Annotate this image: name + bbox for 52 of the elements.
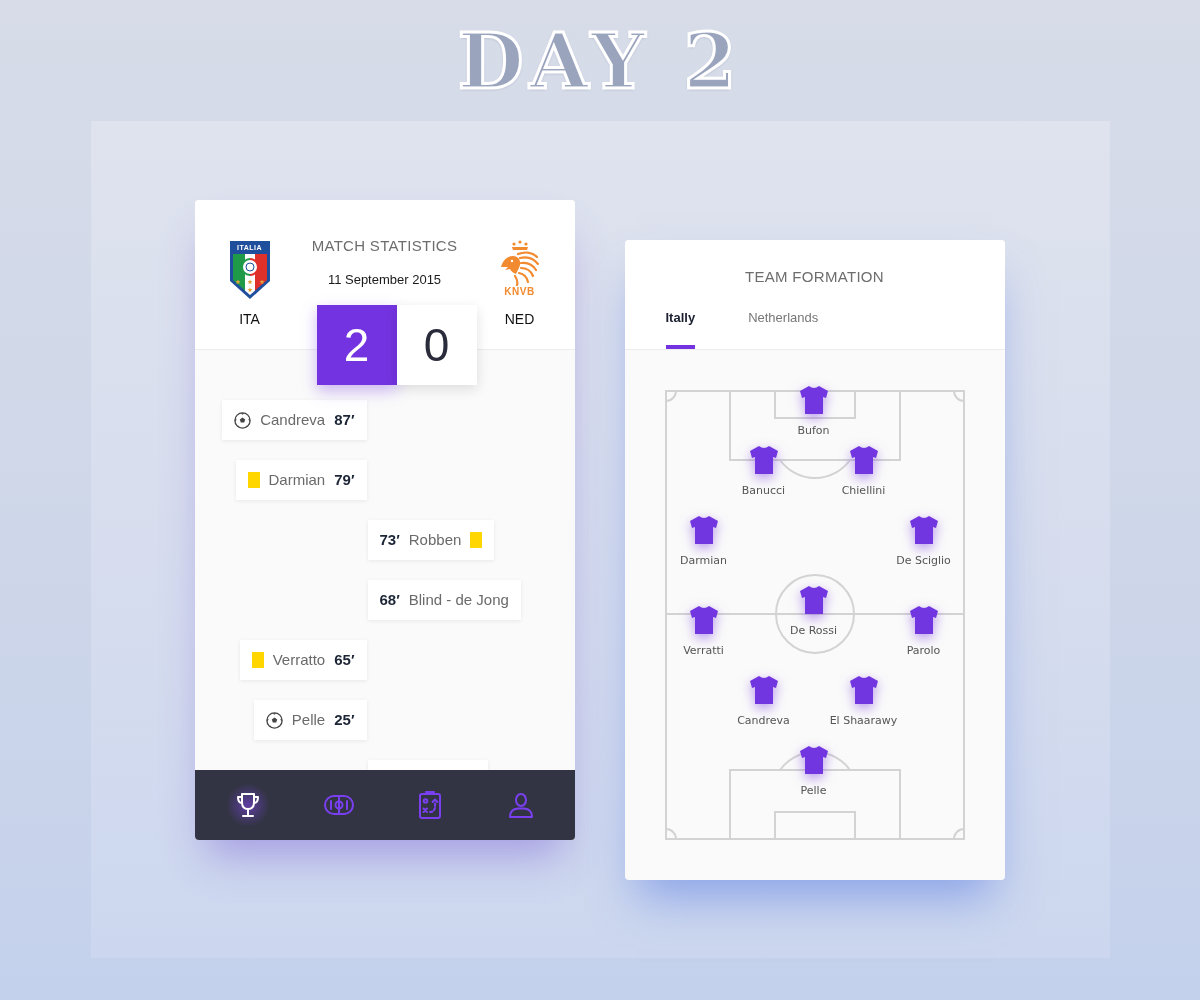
jersey-icon	[847, 445, 880, 475]
player-name: Pelle	[291, 711, 326, 729]
team-tab[interactable]: Netherlands	[748, 310, 819, 349]
jersey-icon	[687, 605, 720, 635]
card-title: TEAM FORMATION	[745, 268, 884, 286]
booking-card-icon	[470, 532, 483, 548]
jersey-icon	[687, 515, 720, 545]
soccer-ball-icon	[234, 411, 252, 429]
jersey-icon	[747, 675, 780, 705]
lion-crest-icon	[498, 240, 541, 286]
event-minute: 68′	[379, 591, 400, 609]
player-name: Parolo	[906, 644, 941, 658]
jersey-icon	[797, 585, 830, 615]
team-code: NED	[504, 310, 535, 328]
shield-crest-icon	[228, 240, 271, 300]
jersey-icon	[747, 445, 780, 475]
jersey-icon	[797, 745, 830, 775]
soccer-ball-icon	[265, 711, 283, 729]
player-name: Candreva	[737, 714, 790, 728]
event-minute: 87′	[334, 411, 355, 429]
event-minute: 65′	[334, 651, 355, 669]
player-name: Banucci	[741, 484, 786, 498]
team-tab[interactable]: Itally	[665, 310, 696, 349]
jersey-icon	[797, 385, 830, 415]
event-minute: 25′	[334, 711, 355, 729]
player-name: Darmian	[268, 471, 326, 489]
match-date: 11 September 2015	[327, 272, 442, 288]
jersey-icon	[907, 605, 940, 635]
player-name: Verratti	[683, 644, 724, 658]
event-minute: 73′	[379, 531, 400, 549]
page-title: DAY 2	[457, 23, 743, 100]
jersey-icon	[907, 515, 940, 545]
jersey-icon	[847, 675, 880, 705]
player-name: Darmian	[680, 554, 727, 568]
player-name: De Rossi	[789, 624, 838, 638]
player-name: Candreva	[260, 411, 326, 429]
booking-card-icon	[251, 652, 264, 668]
player-name: Chiellini	[841, 484, 886, 498]
player-name: Bufon	[797, 424, 830, 438]
card-title: MATCH STATISTICS	[311, 237, 458, 255]
away-score: 0	[396, 305, 477, 385]
home-score: 2	[316, 305, 397, 385]
booking-card-icon	[247, 472, 260, 488]
player-name: Robben	[408, 531, 462, 549]
event-minute: 79′	[334, 471, 355, 489]
player-name: De Sciglio	[896, 554, 951, 568]
crest-text: KNVB	[504, 286, 535, 298]
player-name: Blind - de Jong	[408, 591, 509, 609]
player-name: El Shaarawy	[829, 714, 898, 728]
team-code: ITA	[239, 310, 260, 328]
player-name: Verratto	[272, 651, 326, 669]
player-name: Pelle	[800, 784, 827, 798]
